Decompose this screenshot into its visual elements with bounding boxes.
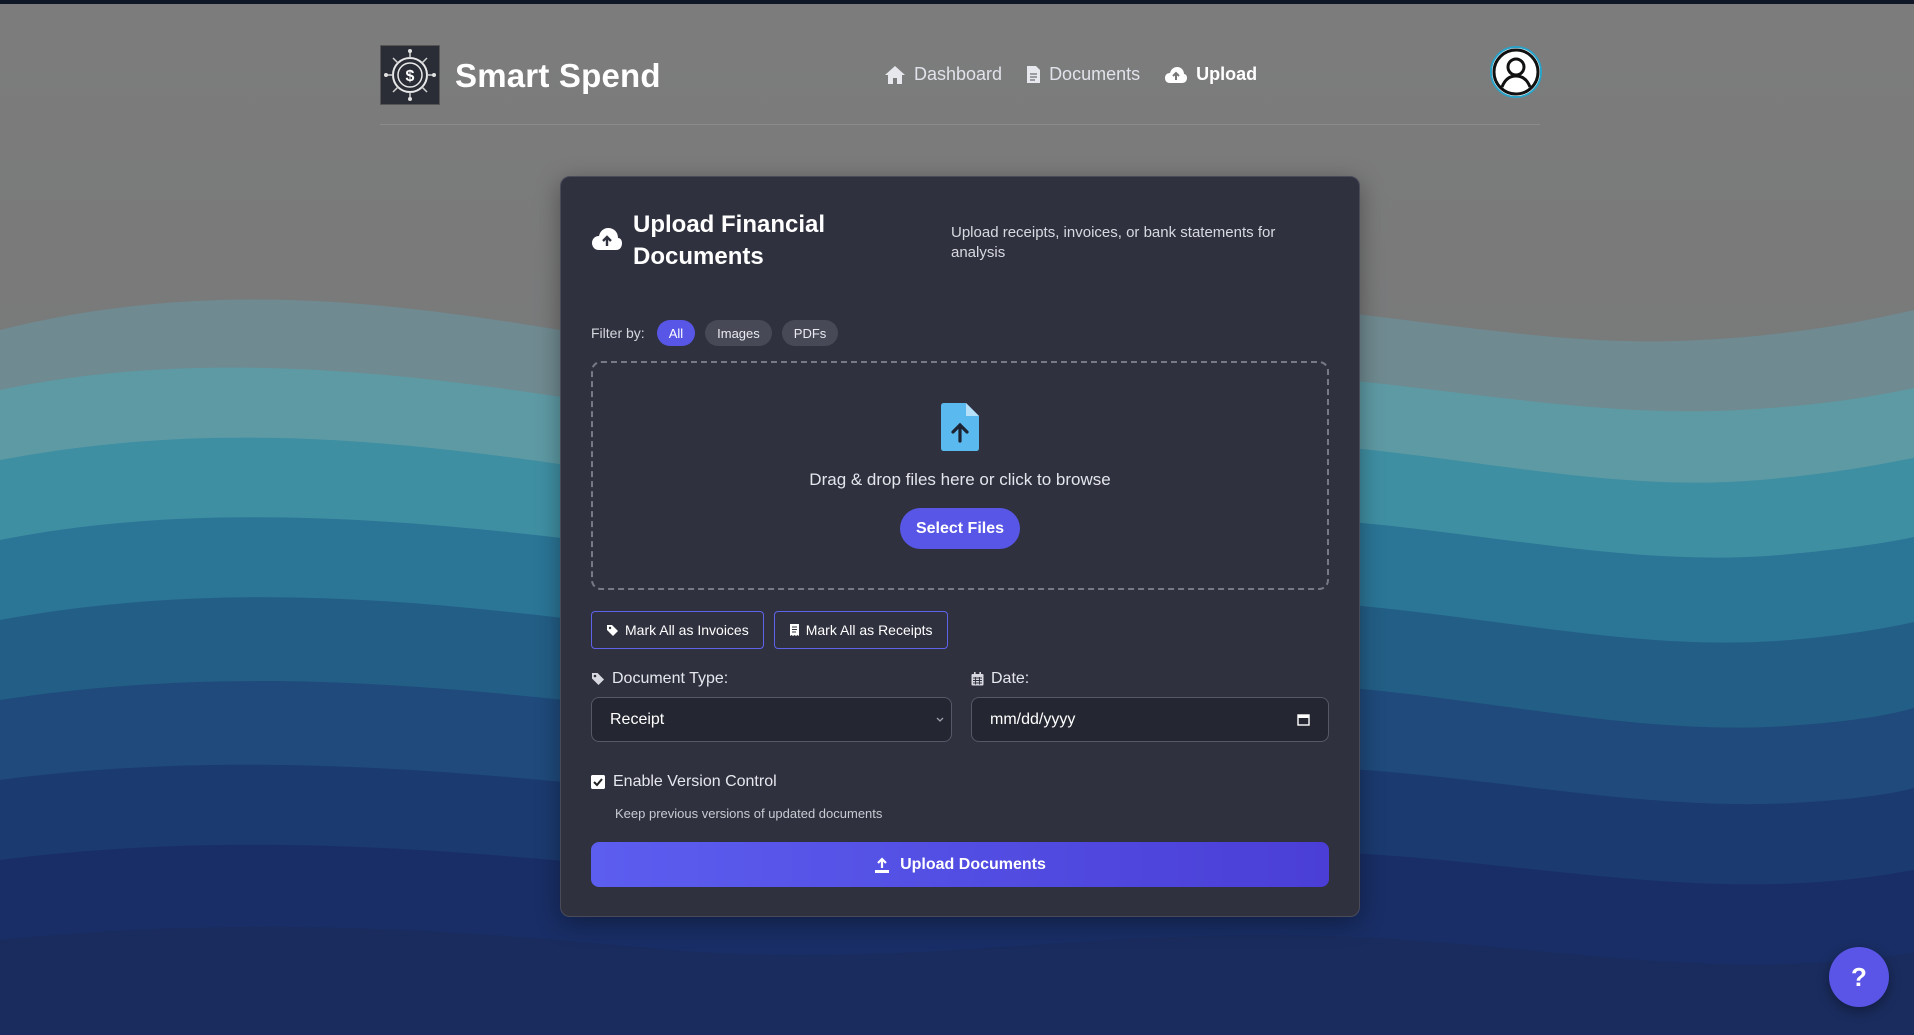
- nav-label-dashboard: Dashboard: [914, 64, 1003, 84]
- bulk-mark-actions: Mark All as Invoices Mark All as Receipt…: [591, 611, 948, 649]
- help-label: ?: [1851, 961, 1867, 992]
- file-dropzone[interactable]: Drag & drop files here or click to brows…: [591, 361, 1329, 590]
- date-label: Date:: [971, 670, 1029, 688]
- date-input[interactable]: mm/dd/yyyy: [971, 697, 1329, 742]
- home-icon: [885, 65, 905, 84]
- calendar-picker-icon[interactable]: [1297, 713, 1310, 726]
- chevron-down-icon: [936, 717, 944, 722]
- cloud-upload-icon: [592, 228, 622, 250]
- card-subtitle: Upload receipts, invoices, or bank state…: [951, 224, 1276, 261]
- file-upload-icon: [941, 403, 979, 451]
- upload-documents-button[interactable]: Upload Documents: [591, 842, 1329, 887]
- select-files-button[interactable]: Select Files: [900, 508, 1020, 549]
- filter-chip-images[interactable]: Images: [705, 320, 772, 346]
- nav-item-upload[interactable]: Upload: [1164, 64, 1257, 85]
- date-placeholder: mm/dd/yyyy: [990, 710, 1076, 728]
- user-avatar[interactable]: [1490, 46, 1542, 98]
- svg-text:$: $: [406, 68, 415, 85]
- mark-invoices-label: Mark All as Invoices: [625, 622, 749, 638]
- nav-label-documents: Documents: [1049, 64, 1141, 84]
- mark-all-invoices-button[interactable]: Mark All as Invoices: [591, 611, 764, 649]
- help-button[interactable]: ?: [1829, 947, 1889, 1007]
- filter-chip-pdfs[interactable]: PDFs: [781, 320, 839, 346]
- version-control-option: Enable Version Control: [591, 773, 777, 791]
- nav-item-dashboard[interactable]: Dashboard: [884, 64, 1002, 85]
- version-control-hint: Keep previous versions of updated docume…: [615, 806, 883, 821]
- nav-label-upload: Upload: [1196, 64, 1258, 84]
- app-name[interactable]: Smart Spend: [455, 57, 661, 95]
- top-navbar: $ Smart Spend Dashboard Documents Upload: [380, 40, 1542, 125]
- document-type-select[interactable]: Receipt: [591, 697, 952, 742]
- checkmark-icon: [591, 775, 605, 789]
- version-control-label[interactable]: Enable Version Control: [613, 773, 777, 791]
- document-type-value: Receipt: [610, 710, 665, 728]
- receipt-icon: [789, 624, 799, 636]
- card-title: Upload Financial Documents: [633, 211, 826, 270]
- date-label-text: Date:: [991, 670, 1030, 687]
- upload-card: Upload Financial Documents Upload receip…: [560, 176, 1360, 917]
- nav-item-documents[interactable]: Documents: [1026, 64, 1140, 85]
- document-type-label: Document Type:: [591, 670, 728, 688]
- filter-label: Filter by:: [591, 325, 645, 341]
- calendar-icon: [971, 672, 984, 686]
- mark-receipts-label: Mark All as Receipts: [805, 622, 933, 638]
- filter-chip-all[interactable]: All: [656, 320, 696, 346]
- document-icon: [1027, 66, 1041, 83]
- main-nav: Dashboard Documents Upload: [884, 64, 1257, 85]
- upload-documents-label: Upload Documents: [900, 855, 1046, 873]
- window-top-border: [0, 0, 1914, 4]
- version-control-checkbox[interactable]: [591, 775, 605, 789]
- cloud-upload-icon: [1165, 66, 1188, 83]
- user-icon: [1492, 48, 1540, 96]
- dropzone-text: Drag & drop files here or click to brows…: [809, 470, 1111, 489]
- upload-icon: [875, 856, 890, 873]
- smart-spend-logo[interactable]: $: [380, 45, 440, 105]
- tag-icon: [592, 673, 604, 685]
- document-type-label-text: Document Type:: [612, 670, 729, 687]
- file-type-filter: Filter by: All Images PDFs: [591, 320, 839, 346]
- mark-all-receipts-button[interactable]: Mark All as Receipts: [773, 611, 948, 649]
- tag-icon: [607, 624, 618, 636]
